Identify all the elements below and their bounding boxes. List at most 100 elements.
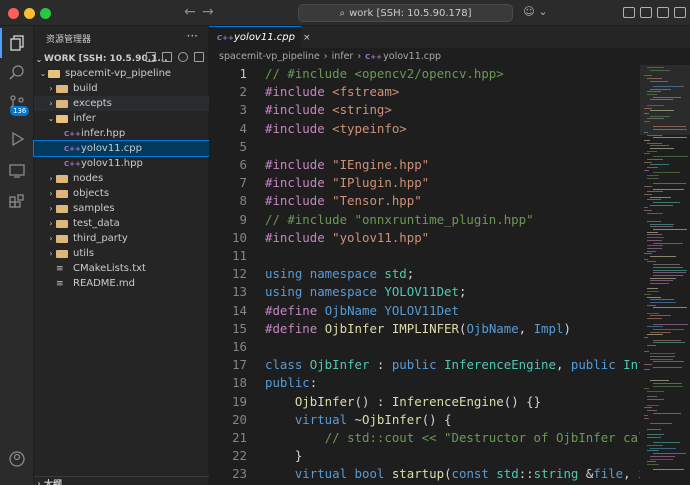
- code-token: InferenceEngine: [391, 393, 504, 409]
- tree-item[interactable]: › utils: [34, 246, 209, 261]
- customize-layout-icon[interactable]: [674, 7, 686, 18]
- tree-item[interactable]: › nodes: [34, 171, 209, 186]
- minimap-line: [647, 463, 659, 465]
- chevron-right-icon: ›: [357, 51, 362, 62]
- explorer-icon[interactable]: [0, 28, 34, 58]
- minimap-line: [647, 409, 657, 411]
- line-number: 1: [239, 66, 247, 81]
- breadcrumb-item-subfolder[interactable]: infer: [332, 51, 354, 62]
- code-token: #define: [265, 302, 325, 318]
- chevron-down-icon[interactable]: ⌄: [536, 5, 550, 19]
- chevron-right-icon: ›: [49, 204, 53, 213]
- minimap-line: [650, 204, 673, 206]
- command-center-search[interactable]: ⌕ work [SSH: 10.5.90.178]: [298, 4, 513, 22]
- toggle-secondary-sidebar-icon[interactable]: [657, 7, 669, 18]
- minimap-line: [653, 264, 680, 266]
- tree-item[interactable]: ⌄ infer: [34, 111, 209, 126]
- minimap-line: [647, 94, 657, 95]
- tree-item-label: utils: [73, 248, 95, 259]
- minimap[interactable]: [640, 65, 690, 485]
- code-token: startup: [391, 466, 445, 482]
- minimap-line: [647, 261, 656, 263]
- run-debug-icon[interactable]: [0, 124, 34, 154]
- toggle-panel-icon[interactable]: [640, 7, 652, 18]
- code-token: OjbInfer: [362, 411, 422, 427]
- tree-item[interactable]: C++ yolov11.cpp: [33, 140, 210, 157]
- tree-item[interactable]: › excepts: [34, 96, 209, 111]
- text-file-icon: ≡: [56, 263, 64, 274]
- code-editor[interactable]: 1 // #include <opencv2/opencv.hpp> 2 #inclu…: [209, 65, 640, 485]
- maximize-window-button[interactable]: [40, 8, 51, 19]
- chevron-down-icon: ⌄: [47, 114, 55, 123]
- arrow-left-icon[interactable]: ←: [184, 4, 196, 20]
- code-token: () {}: [503, 393, 542, 409]
- minimap-line: [650, 301, 676, 303]
- tree-item[interactable]: C++ yolov11.hpp: [34, 156, 209, 171]
- line-number: 15: [232, 320, 247, 336]
- tree-item[interactable]: ≡ README.md: [34, 276, 209, 291]
- copilot-icon[interactable]: ☺: [522, 5, 536, 19]
- code-line: 23 virtual bool startup(const std::strin…: [209, 465, 640, 483]
- extensions-icon[interactable]: [0, 188, 34, 218]
- new-folder-icon[interactable]: [162, 52, 172, 62]
- breadcrumb-item-folder[interactable]: spacemit-vp_pipeline: [219, 51, 320, 62]
- code-line: 18 public:: [209, 374, 640, 392]
- close-icon[interactable]: ×: [303, 33, 311, 43]
- tab-yolov11-cpp[interactable]: C++ yolov11.cpp ×: [209, 26, 311, 48]
- tree-item[interactable]: C++ infer.hpp: [34, 126, 209, 141]
- tree-item-label: nodes: [73, 173, 104, 184]
- breadcrumb-item-file[interactable]: yolov11.cpp: [383, 51, 441, 62]
- account-icon[interactable]: [0, 444, 34, 474]
- code-token: #include: [265, 120, 333, 136]
- tab-label: yolov11.cpp: [234, 32, 295, 43]
- search-icon[interactable]: [0, 58, 34, 88]
- line-number: 19: [232, 393, 247, 409]
- line-number: 23: [232, 466, 247, 482]
- minimap-line: [644, 139, 650, 141]
- tree-item[interactable]: › objects: [34, 186, 209, 201]
- minimap-line: [650, 256, 676, 257]
- minimap-line: [650, 99, 673, 101]
- code-token: <fstream>: [332, 84, 400, 100]
- tree-item[interactable]: › test_data: [34, 216, 209, 231]
- minimap-line: [653, 385, 683, 387]
- tree-item[interactable]: ≡ CMakeLists.txt: [34, 261, 209, 276]
- folder-icon: [56, 174, 68, 183]
- minimap-line: [647, 296, 661, 298]
- minimap-line: [653, 274, 683, 276]
- code-token: #include: [265, 102, 333, 118]
- more-actions-icon[interactable]: ···: [187, 29, 198, 43]
- code-token: bool: [354, 466, 392, 482]
- tree-item[interactable]: › build: [34, 81, 209, 96]
- tree-item[interactable]: › samples: [34, 201, 209, 216]
- code-line: 15 #define OjbInfer IMPLINFER(OjbName, Im…: [209, 320, 640, 338]
- minimap-line: [653, 469, 684, 471]
- minimap-line: [653, 442, 680, 444]
- chevron-right-icon: ›: [49, 84, 53, 93]
- collapse-all-icon[interactable]: [194, 52, 204, 62]
- code-line: 6 #include "IEngine.hpp": [209, 156, 640, 174]
- close-window-button[interactable]: [8, 8, 19, 19]
- code-token: #include: [265, 193, 333, 209]
- code-token: }: [265, 448, 303, 464]
- minimap-line: [644, 193, 652, 195]
- outline-section-header[interactable]: › 大纲: [34, 476, 209, 485]
- folder-icon: [56, 234, 68, 243]
- minimap-line: [650, 164, 669, 166]
- code-token: virtual: [294, 411, 355, 427]
- minimap-line: [653, 366, 682, 368]
- toggle-primary-sidebar-icon[interactable]: [623, 7, 635, 18]
- minimize-window-button[interactable]: [24, 8, 35, 19]
- tree-item[interactable]: › third_party: [34, 231, 209, 246]
- code-token: Infe: [623, 357, 640, 373]
- minimap-line: [644, 350, 649, 352]
- refresh-icon[interactable]: [178, 52, 188, 62]
- tree-item[interactable]: ⌄ spacemit-vp_pipeline: [34, 66, 209, 81]
- new-file-icon[interactable]: [146, 52, 156, 62]
- code-token: // #include "onnxruntime_plugin.hpp": [265, 211, 534, 227]
- remote-explorer-icon[interactable]: [0, 156, 34, 186]
- minimap-line: [653, 307, 687, 309]
- minimap-line: [650, 88, 671, 90]
- arrow-right-icon[interactable]: →: [202, 4, 214, 20]
